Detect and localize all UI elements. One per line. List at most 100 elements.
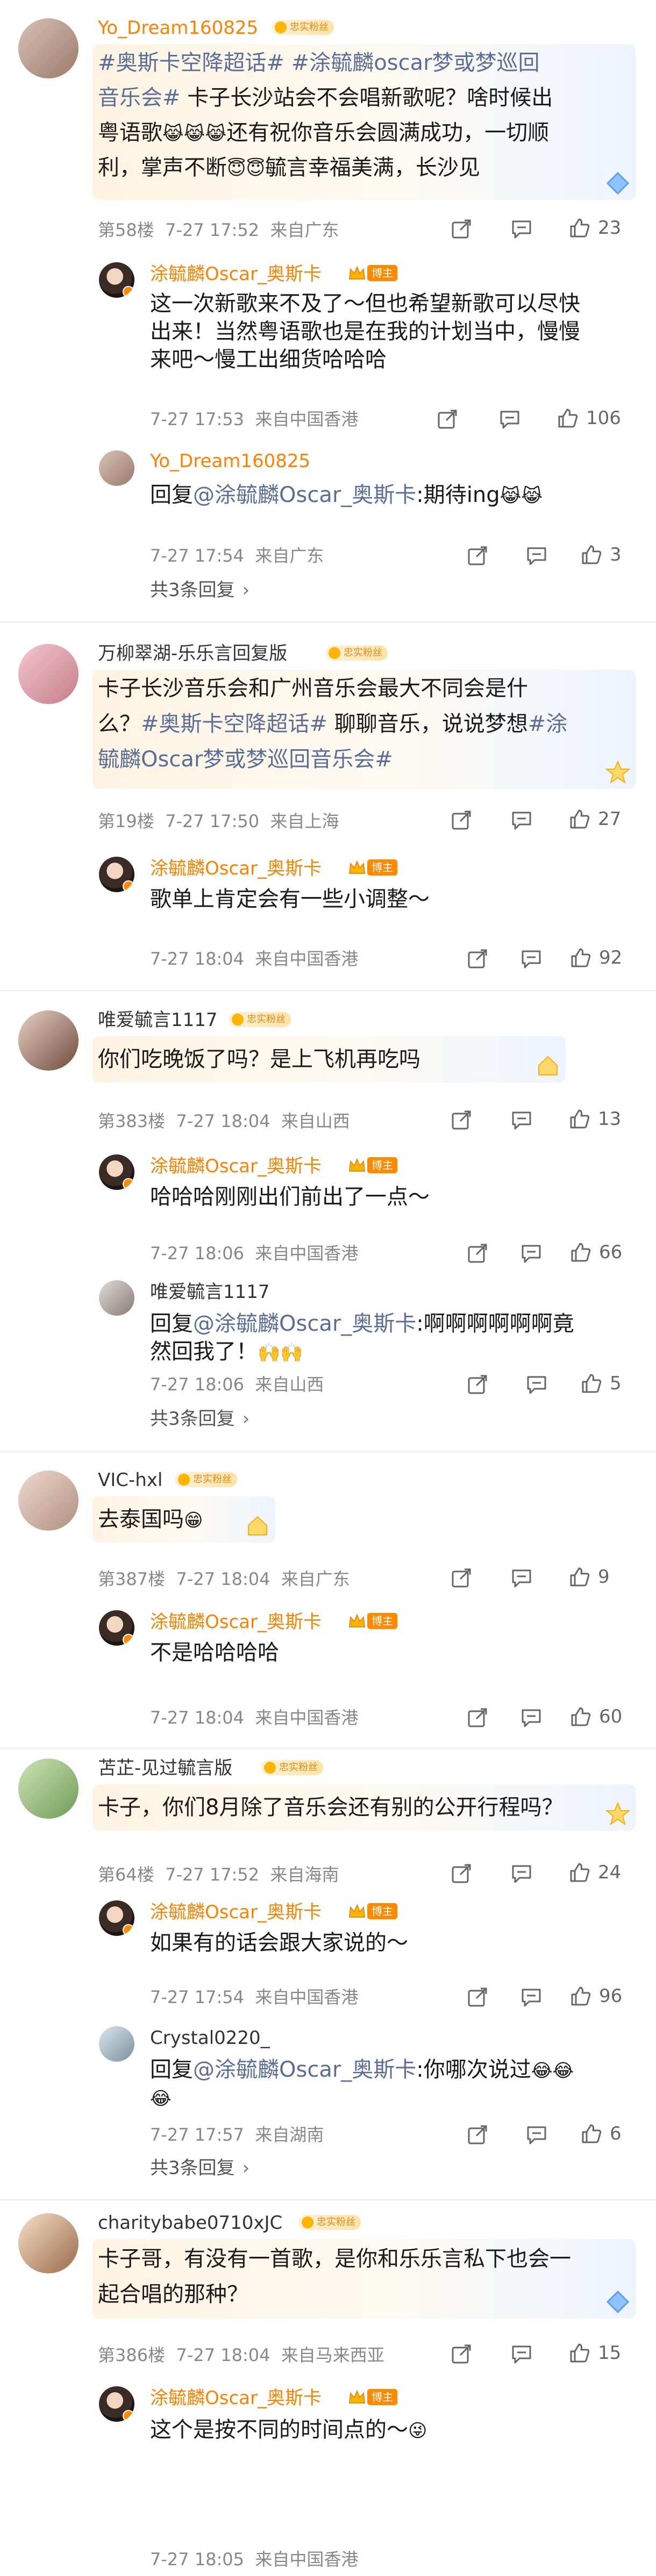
view-more-replies-link[interactable]: 共3条回复 ›: [150, 1408, 249, 1430]
reply-text: :你哪次说过: [416, 2057, 531, 2082]
comment-button[interactable]: [520, 1707, 542, 1728]
avatar[interactable]: [99, 262, 134, 298]
comment-button[interactable]: [511, 2343, 532, 2365]
floor-number: 第64楼: [98, 1864, 154, 1885]
avatar[interactable]: [18, 1010, 79, 1071]
avatar[interactable]: [99, 1154, 134, 1190]
mention-link[interactable]: @涂毓麟Oscar_奥斯卡: [193, 483, 416, 507]
avatar[interactable]: [99, 2386, 134, 2422]
verified-badge-icon: [123, 286, 134, 298]
topic-tag-link[interactable]: #涂毓麟oscar梦或梦巡回: [291, 51, 540, 75]
share-button[interactable]: [467, 1986, 488, 2008]
share-icon: [468, 1987, 487, 2007]
location: 来自广东: [281, 1569, 350, 1589]
reply-username[interactable]: Yo_Dream160825: [150, 450, 310, 472]
topic-tag-link[interactable]: #涂: [528, 712, 568, 736]
avatar[interactable]: [18, 1759, 79, 1819]
reply-username[interactable]: 唯爱毓言1117: [150, 1281, 270, 1303]
like-button[interactable]: 3: [581, 544, 622, 565]
share-button[interactable]: [451, 1567, 472, 1589]
comment-button[interactable]: [511, 218, 532, 240]
comment-icon: [512, 1569, 531, 1588]
reply-username[interactable]: Crystal0220_: [150, 2027, 270, 2049]
share-button[interactable]: [467, 1374, 488, 1395]
comment-button[interactable]: [520, 1986, 542, 2008]
avatar[interactable]: [18, 2213, 79, 2273]
like-button[interactable]: 60: [570, 1706, 622, 1727]
like-button[interactable]: 106: [557, 407, 621, 429]
topic-tag-link[interactable]: 毓麟Oscar梦或梦巡回音乐会#: [98, 747, 393, 772]
avatar[interactable]: [99, 857, 134, 892]
comment-button[interactable]: [526, 1374, 547, 1395]
share-button[interactable]: [451, 1863, 472, 1884]
avatar[interactable]: [99, 1610, 134, 1646]
like-button[interactable]: 13: [569, 1108, 621, 1130]
comment-button[interactable]: [520, 948, 542, 970]
comment-username[interactable]: VIC-hxl: [98, 1469, 162, 1491]
reply-username[interactable]: 涂毓麟Oscar_奥斯卡: [150, 1156, 322, 1177]
share-button[interactable]: [451, 218, 472, 240]
floor-number: 第386楼: [98, 2345, 166, 2365]
comment-button[interactable]: [511, 1567, 532, 1589]
share-button[interactable]: [437, 408, 458, 430]
view-more-replies-link[interactable]: 共3条回复 ›: [150, 579, 249, 601]
avatar[interactable]: [99, 1900, 134, 1936]
reply-username[interactable]: 涂毓麟Oscar_奥斯卡: [150, 1611, 322, 1633]
comment-icon: [512, 220, 531, 239]
more-replies-label: 共3条回复: [150, 579, 235, 601]
like-button[interactable]: 24: [569, 1862, 621, 1883]
avatar[interactable]: [18, 18, 79, 78]
comment-username[interactable]: 苫芷-见过毓言版: [98, 1757, 232, 1779]
share-button[interactable]: [467, 545, 488, 566]
share-icon: [468, 2125, 487, 2144]
comment-username[interactable]: 唯爱毓言1117: [98, 1009, 218, 1031]
like-button[interactable]: 5: [581, 1373, 622, 1394]
reply-username[interactable]: 涂毓麟Oscar_奥斯卡: [150, 1901, 322, 1923]
share-button[interactable]: [467, 1707, 488, 1728]
share-button[interactable]: [451, 2343, 472, 2365]
avatar[interactable]: [18, 644, 79, 704]
like-button[interactable]: 92: [570, 947, 622, 968]
comment-button[interactable]: [520, 1243, 542, 1264]
comment-meta: 第19楼 7-27 17:50 来自上海: [98, 810, 339, 832]
location: 来自中国香港: [255, 1243, 359, 1264]
comment-username[interactable]: Yo_Dream160825: [98, 17, 258, 39]
topic-tag-link[interactable]: 音乐会#: [98, 85, 181, 110]
share-button[interactable]: [451, 809, 472, 831]
view-more-replies-link[interactable]: 共3条回复 ›: [150, 2157, 249, 2179]
mention-link[interactable]: @涂毓麟Oscar_奥斯卡: [193, 2057, 416, 2082]
comment-button[interactable]: [526, 545, 547, 566]
share-button[interactable]: [467, 2124, 488, 2146]
like-button[interactable]: 27: [569, 808, 621, 830]
reply-username[interactable]: 涂毓麟Oscar_奥斯卡: [150, 263, 322, 285]
like-button[interactable]: 15: [569, 2342, 621, 2364]
share-button[interactable]: [451, 1109, 472, 1131]
like-button[interactable]: 66: [570, 1242, 622, 1263]
diamond-decoration-icon: [606, 171, 630, 195]
mention-link[interactable]: @涂毓麟Oscar_奥斯卡: [193, 1311, 416, 1336]
like-button[interactable]: 23: [569, 217, 621, 239]
avatar[interactable]: [99, 450, 134, 486]
like-button[interactable]: 96: [570, 1985, 622, 2007]
diamond-decoration-icon: [606, 2290, 630, 2314]
comment-button[interactable]: [499, 408, 520, 430]
share-button[interactable]: [467, 1243, 488, 1264]
blogger-crown-icon: [348, 860, 366, 874]
comment-button[interactable]: [511, 1109, 532, 1131]
comment-username[interactable]: charitybabe0710xJC: [98, 2212, 282, 2234]
avatar[interactable]: [99, 2026, 134, 2062]
avatar[interactable]: [18, 1470, 79, 1531]
comment-button[interactable]: [526, 2124, 547, 2146]
topic-tag-link[interactable]: #奥斯卡空降超话#: [141, 712, 327, 736]
share-button[interactable]: [467, 948, 488, 970]
avatar[interactable]: [99, 1280, 134, 1316]
like-button[interactable]: 6: [581, 2123, 622, 2144]
reply-username[interactable]: 涂毓麟Oscar_奥斯卡: [150, 2387, 322, 2409]
share-icon: [452, 1568, 471, 1588]
like-button[interactable]: 9: [569, 1566, 610, 1588]
comment-username[interactable]: 万柳翠湖-乐乐言回复版: [98, 643, 287, 664]
reply-username[interactable]: 涂毓麟Oscar_奥斯卡: [150, 858, 322, 879]
comment-button[interactable]: [511, 1863, 532, 1884]
comment-button[interactable]: [511, 809, 532, 831]
topic-tag-link[interactable]: #奥斯卡空降超话#: [98, 51, 284, 75]
